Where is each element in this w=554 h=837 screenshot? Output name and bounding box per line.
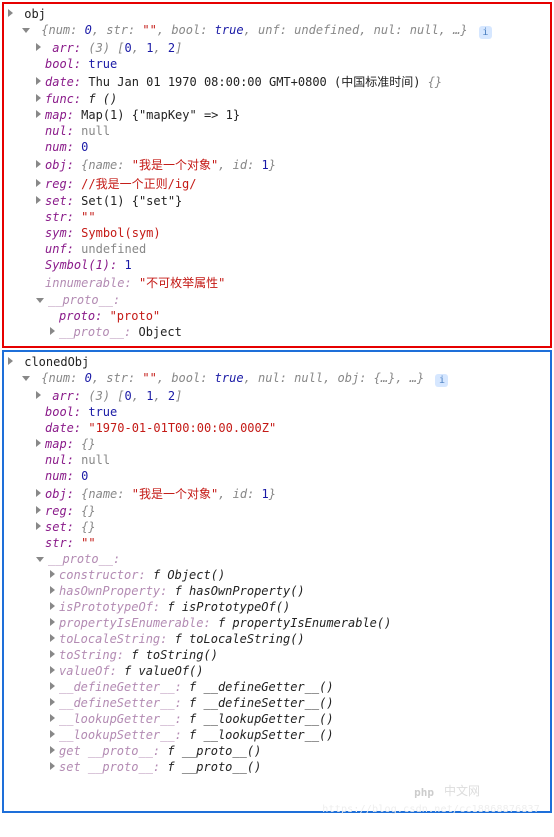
proto-item[interactable]: hasOwnProperty: f hasOwnProperty() bbox=[8, 583, 546, 599]
proto-child[interactable]: proto: "proto" bbox=[8, 308, 546, 324]
expand-icon[interactable] bbox=[36, 439, 41, 447]
prop-map[interactable]: map: {} bbox=[8, 436, 546, 452]
prop-nul[interactable]: nul: null bbox=[8, 452, 546, 468]
prop-date[interactable]: date: Thu Jan 01 1970 08:00:00 GMT+0800 … bbox=[8, 72, 546, 91]
expand-icon[interactable] bbox=[36, 77, 41, 85]
prop-num[interactable]: num: 0 bbox=[8, 139, 546, 155]
expand-icon[interactable] bbox=[36, 43, 41, 51]
obj-panel: obj {num: 0, str: "", bool: true, unf: u… bbox=[2, 2, 552, 348]
cloned-panel: clonedObj {num: 0, str: "", bool: true, … bbox=[2, 350, 552, 813]
collapse-icon[interactable] bbox=[36, 557, 44, 562]
obj-summary-text: {num: 0, str: "", bool: true, unf: undef… bbox=[41, 23, 467, 37]
expand-icon[interactable] bbox=[50, 666, 55, 674]
cloned-title: clonedObj bbox=[24, 355, 89, 369]
expand-icon[interactable] bbox=[8, 9, 13, 17]
expand-icon[interactable] bbox=[36, 110, 41, 118]
expand-icon[interactable] bbox=[36, 506, 41, 514]
prop-bool[interactable]: bool: true bbox=[8, 404, 546, 420]
prop-bool[interactable]: bool: true bbox=[8, 56, 546, 72]
cloned-summary-text: {num: 0, str: "", bool: true, nul: null,… bbox=[41, 371, 424, 385]
obj-title: obj bbox=[24, 7, 46, 21]
expand-icon[interactable] bbox=[50, 586, 55, 594]
expand-icon[interactable] bbox=[50, 570, 55, 578]
prop-obj[interactable]: obj: {name: "我是一个对象", id: 1} bbox=[8, 155, 546, 174]
prop-arr[interactable]: arr: (3) [0, 1, 2] bbox=[8, 40, 546, 56]
expand-icon[interactable] bbox=[50, 762, 55, 770]
expand-icon[interactable] bbox=[50, 618, 55, 626]
expand-icon[interactable] bbox=[50, 698, 55, 706]
prop-str[interactable]: str: "" bbox=[8, 535, 546, 551]
obj-summary[interactable]: {num: 0, str: "", bool: true, unf: undef… bbox=[8, 22, 546, 40]
expand-icon[interactable] bbox=[50, 714, 55, 722]
collapse-icon[interactable] bbox=[36, 298, 44, 303]
proto-item[interactable]: __lookupSetter__: f __lookupSetter__() bbox=[8, 727, 546, 743]
proto-item[interactable]: propertyIsEnumerable: f propertyIsEnumer… bbox=[8, 615, 546, 631]
proto-item[interactable]: constructor: f Object() bbox=[8, 567, 546, 583]
prop-proto[interactable]: __proto__: bbox=[8, 551, 546, 567]
prop-map[interactable]: map: Map(1) {"mapKey" => 1} bbox=[8, 107, 546, 123]
proto-item[interactable]: __defineSetter__: f __defineSetter__() bbox=[8, 695, 546, 711]
prop-func[interactable]: func: f () bbox=[8, 91, 546, 107]
expand-icon[interactable] bbox=[50, 650, 55, 658]
prop-innumerable[interactable]: innumerable: "不可枚举属性" bbox=[8, 273, 546, 292]
proto-proto[interactable]: __proto__: Object bbox=[8, 324, 546, 340]
proto-item[interactable]: valueOf: f valueOf() bbox=[8, 663, 546, 679]
cloned-title-row[interactable]: clonedObj bbox=[8, 354, 546, 370]
expand-icon[interactable] bbox=[50, 602, 55, 610]
prop-arr[interactable]: arr: (3) [0, 1, 2] bbox=[8, 388, 546, 404]
watermark: php 中文网 https://blog.csdn.net/cc18868876… bbox=[8, 775, 546, 805]
prop-reg[interactable]: reg: //我是一个正则/ig/ bbox=[8, 174, 546, 193]
prop-symbol-key[interactable]: Symbol(1): 1 bbox=[8, 257, 546, 273]
proto-item[interactable]: __defineGetter__: f __defineGetter__() bbox=[8, 679, 546, 695]
watermark-logo: php bbox=[414, 786, 434, 799]
collapse-icon[interactable] bbox=[22, 28, 30, 33]
prop-num[interactable]: num: 0 bbox=[8, 468, 546, 484]
prop-date[interactable]: date: "1970-01-01T00:00:00.000Z" bbox=[8, 420, 546, 436]
expand-icon[interactable] bbox=[50, 730, 55, 738]
expand-icon[interactable] bbox=[36, 160, 41, 168]
info-icon[interactable]: i bbox=[479, 26, 492, 39]
expand-icon[interactable] bbox=[50, 746, 55, 754]
watermark-cn: 中文网 bbox=[444, 782, 480, 799]
expand-icon[interactable] bbox=[50, 682, 55, 690]
watermark-url: https://blog.csdn.net/cc18868876837 bbox=[322, 804, 540, 815]
prop-obj[interactable]: obj: {name: "我是一个对象", id: 1} bbox=[8, 484, 546, 503]
expand-icon[interactable] bbox=[8, 357, 13, 365]
prop-set[interactable]: set: {} bbox=[8, 519, 546, 535]
expand-icon[interactable] bbox=[36, 489, 41, 497]
expand-icon[interactable] bbox=[36, 391, 41, 399]
expand-icon[interactable] bbox=[50, 327, 55, 335]
prop-nul[interactable]: nul: null bbox=[8, 123, 546, 139]
prop-unf[interactable]: unf: undefined bbox=[8, 241, 546, 257]
cloned-summary[interactable]: {num: 0, str: "", bool: true, nul: null,… bbox=[8, 370, 546, 388]
expand-icon[interactable] bbox=[36, 196, 41, 204]
proto-item[interactable]: set __proto__: f __proto__() bbox=[8, 759, 546, 775]
prop-reg[interactable]: reg: {} bbox=[8, 503, 546, 519]
proto-item[interactable]: toString: f toString() bbox=[8, 647, 546, 663]
obj-title-row[interactable]: obj bbox=[8, 6, 546, 22]
info-icon[interactable]: i bbox=[435, 374, 448, 387]
expand-icon[interactable] bbox=[50, 634, 55, 642]
proto-item[interactable]: toLocaleString: f toLocaleString() bbox=[8, 631, 546, 647]
prop-proto[interactable]: __proto__: bbox=[8, 292, 546, 308]
proto-item[interactable]: get __proto__: f __proto__() bbox=[8, 743, 546, 759]
expand-icon[interactable] bbox=[36, 179, 41, 187]
expand-icon[interactable] bbox=[36, 522, 41, 530]
prop-set[interactable]: set: Set(1) {"set"} bbox=[8, 193, 546, 209]
proto-item[interactable]: isPrototypeOf: f isPrototypeOf() bbox=[8, 599, 546, 615]
prop-sym[interactable]: sym: Symbol(sym) bbox=[8, 225, 546, 241]
expand-icon[interactable] bbox=[36, 94, 41, 102]
collapse-icon[interactable] bbox=[22, 376, 30, 381]
prop-str[interactable]: str: "" bbox=[8, 209, 546, 225]
proto-item[interactable]: __lookupGetter__: f __lookupGetter__() bbox=[8, 711, 546, 727]
